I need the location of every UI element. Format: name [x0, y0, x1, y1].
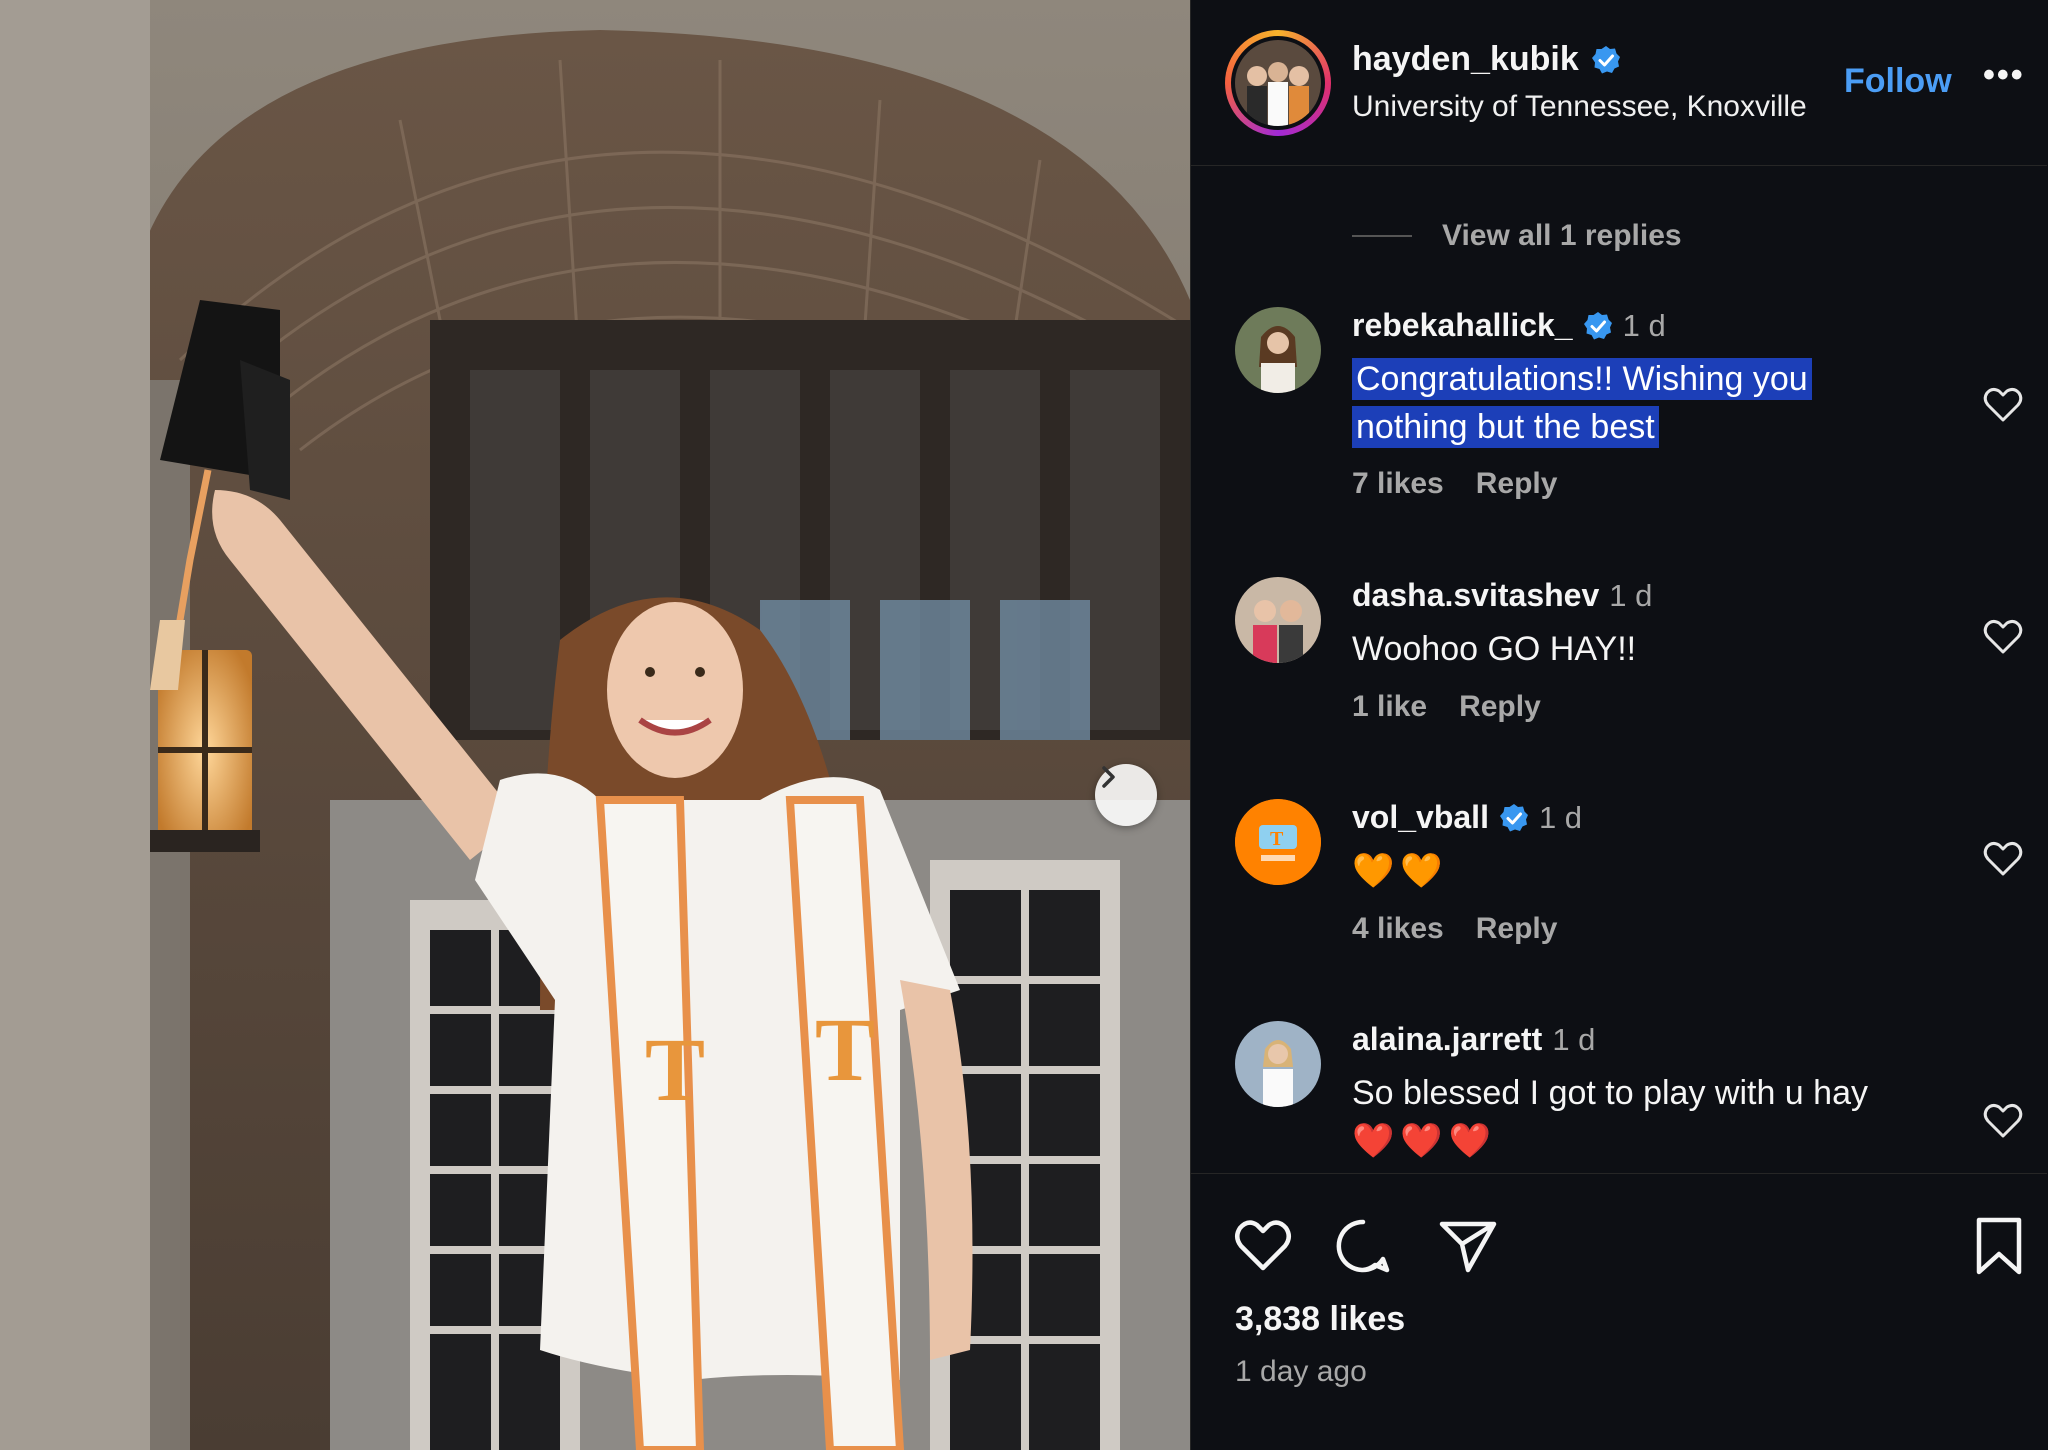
commenter-avatar[interactable] — [1235, 1021, 1321, 1107]
avatar-image — [1235, 307, 1321, 393]
comment-item: rebekahallick_ 1 d Congratulations!! Wis… — [1191, 307, 2047, 537]
reply-button[interactable]: Reply — [1476, 912, 1558, 946]
comment-item: T vol_vball 1 d 🧡🧡 4 likes Reply — [1191, 799, 2047, 979]
replies-divider — [1352, 235, 1412, 237]
comment-meta: 7 likes Reply — [1352, 467, 1557, 501]
author-username-row[interactable]: hayden_kubik — [1352, 40, 1621, 79]
comment-text: Woohoo GO HAY!! — [1352, 630, 1637, 668]
comment-likes[interactable]: 4 likes — [1352, 912, 1444, 946]
graduation-photo: T T — [0, 0, 1190, 1450]
comment-text-line: nothing but the best — [1352, 406, 1659, 448]
svg-text:T: T — [1270, 828, 1284, 850]
comments-list[interactable]: View all 1 replies rebekahallick_ 1 d Co… — [1191, 167, 2047, 1172]
author-avatar[interactable] — [1225, 30, 1331, 136]
svg-text:T: T — [645, 1021, 705, 1120]
verified-icon — [1591, 45, 1620, 73]
heart-icon[interactable] — [1981, 615, 2025, 659]
heart-icon[interactable] — [1981, 1099, 2025, 1143]
post-header: hayden_kubik University of Tennessee, Kn… — [1191, 0, 2047, 166]
comment-text-line: Congratulations!! Wishing you — [1352, 358, 1812, 400]
comment-meta: 4 likes Reply — [1352, 912, 1557, 946]
like-heart-icon[interactable] — [1231, 1214, 1295, 1278]
comment-likes[interactable]: 7 likes — [1352, 467, 1444, 501]
bookmark-icon[interactable] — [1967, 1214, 2031, 1278]
comment-username[interactable]: vol_vball — [1352, 799, 1489, 836]
verified-icon — [1583, 311, 1612, 339]
comment-header: rebekahallick_ 1 d — [1352, 307, 1666, 344]
likes-count[interactable]: 3,838 likes — [1235, 1300, 1405, 1339]
comment-time[interactable]: 1 d — [1552, 1022, 1595, 1058]
post-sidebar: hayden_kubik University of Tennessee, Kn… — [1190, 0, 2048, 1450]
comment-text-line: So blessed I got to play with u hay — [1352, 1074, 1868, 1112]
avatar-image — [1235, 1021, 1321, 1107]
comment-text: Congratulations!! Wishing you nothing bu… — [1352, 355, 1952, 451]
follow-button[interactable]: Follow — [1844, 62, 1952, 101]
comment-time[interactable]: 1 d — [1623, 308, 1666, 344]
verified-icon — [1499, 803, 1528, 831]
comment-header: vol_vball 1 d — [1352, 799, 1582, 836]
comment-item: dasha.svitashev 1 d Woohoo GO HAY!! 1 li… — [1191, 577, 2047, 757]
more-options-icon[interactable]: ••• — [1983, 56, 2025, 95]
reply-button[interactable]: Reply — [1459, 690, 1541, 724]
comment-header: alaina.jarrett 1 d — [1352, 1021, 1595, 1058]
post-date: 1 day ago — [1235, 1355, 1367, 1388]
commenter-avatar[interactable] — [1235, 577, 1321, 663]
avatar-image — [1235, 40, 1321, 126]
view-replies-label: View all 1 replies — [1442, 219, 1682, 252]
comment-username[interactable]: alaina.jarrett — [1352, 1021, 1542, 1058]
view-replies-button[interactable]: View all 1 replies — [1352, 219, 1682, 253]
post-location[interactable]: University of Tennessee, Knoxville — [1352, 90, 1807, 124]
comment-text: So blessed I got to play with u hay ❤️❤️… — [1352, 1069, 1972, 1165]
heart-icon[interactable] — [1981, 837, 2025, 881]
avatar-image — [1235, 577, 1321, 663]
svg-text:T: T — [815, 1001, 875, 1100]
reply-button[interactable]: Reply — [1476, 467, 1558, 501]
comment-text: 🧡🧡 — [1352, 852, 1449, 890]
post-viewer: T T hayden_kubik University of Tennessee… — [0, 0, 2048, 1450]
comment-icon[interactable] — [1331, 1214, 1395, 1278]
comment-likes[interactable]: 1 like — [1352, 690, 1427, 724]
comment-item: alaina.jarrett 1 d So blessed I got to p… — [1191, 1021, 2047, 1171]
comment-text-line: ❤️❤️❤️ — [1352, 1122, 1498, 1160]
next-image-button[interactable] — [1095, 764, 1157, 826]
avatar-image: T — [1235, 799, 1321, 885]
commenter-avatar[interactable] — [1235, 307, 1321, 393]
comment-meta: 1 like Reply — [1352, 690, 1541, 724]
comment-time[interactable]: 1 d — [1609, 578, 1652, 614]
post-actions: 3,838 likes 1 day ago — [1191, 1173, 2047, 1450]
comment-username[interactable]: dasha.svitashev — [1352, 577, 1599, 614]
comment-time[interactable]: 1 d — [1539, 800, 1582, 836]
comment-header: dasha.svitashev 1 d — [1352, 577, 1652, 614]
heart-icon[interactable] — [1981, 383, 2025, 427]
author-username[interactable]: hayden_kubik — [1352, 40, 1579, 79]
chevron-right-icon — [1102, 766, 1115, 788]
commenter-avatar[interactable]: T — [1235, 799, 1321, 885]
share-icon[interactable] — [1436, 1214, 1500, 1278]
post-photo[interactable]: T T — [0, 0, 1190, 1450]
comment-username[interactable]: rebekahallick_ — [1352, 307, 1573, 344]
